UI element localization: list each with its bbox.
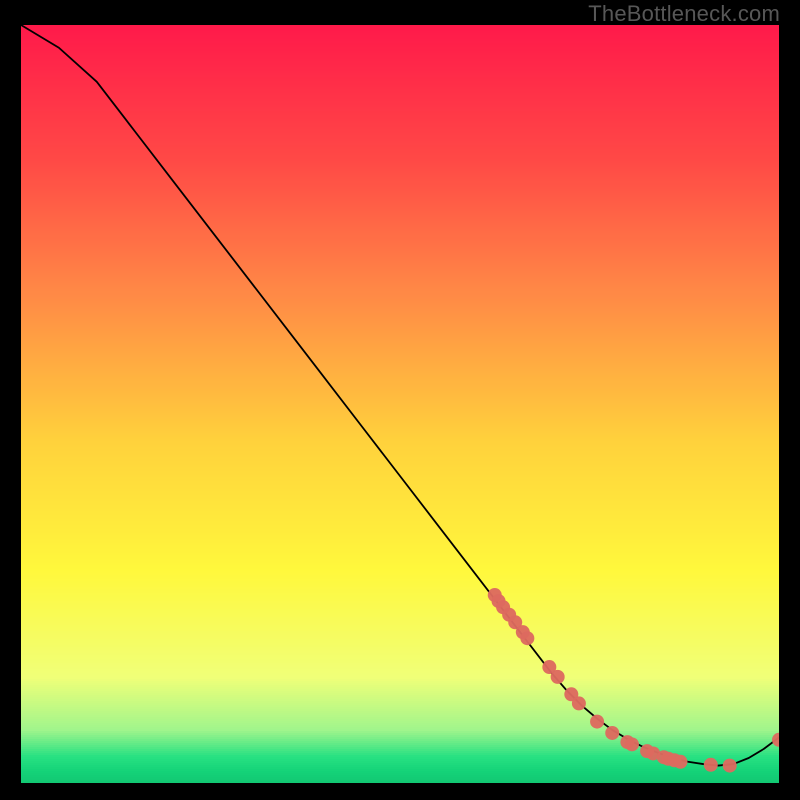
watermark-text: TheBottleneck.com <box>588 1 780 27</box>
data-point <box>590 715 604 729</box>
data-point <box>572 696 586 710</box>
chart-frame: TheBottleneck.com <box>0 0 800 800</box>
bottleneck-plot <box>21 25 779 783</box>
data-point <box>605 726 619 740</box>
data-point <box>723 759 737 773</box>
data-point <box>673 755 687 769</box>
data-point <box>625 737 639 751</box>
gradient-background <box>21 25 779 783</box>
data-point <box>704 758 718 772</box>
data-point <box>520 631 534 645</box>
data-point <box>551 670 565 684</box>
